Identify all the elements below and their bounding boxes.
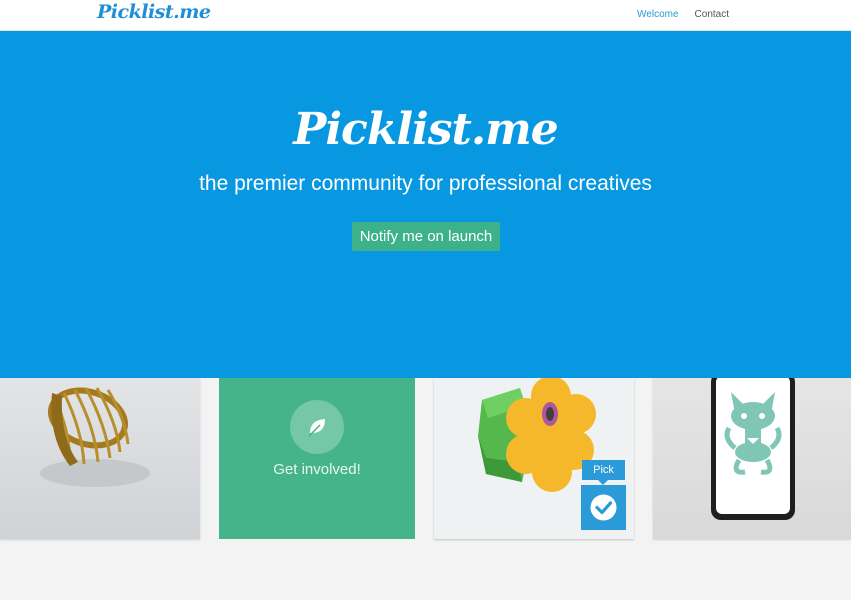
hero-tagline: the premier community for professional c… [199,172,652,195]
leaf-icon [308,419,325,437]
hero-logo: Picklist.me [293,104,558,155]
hero-banner: Picklist.me the premier community for pr… [0,31,851,378]
nav-logo[interactable]: Picklist.me [97,1,211,23]
ring-image [40,387,150,487]
ring-image-tile[interactable] [0,378,200,539]
nav-links: Welcome Contact [637,9,729,20]
involve-circle [290,400,344,454]
get-involved-tile[interactable]: Get involved! [219,378,415,539]
pick-button[interactable] [581,485,626,530]
get-involved-label: Get involved! [273,461,361,478]
phone-image-tile[interactable] [653,378,851,539]
notify-launch-button[interactable]: Notify me on launch [352,222,500,251]
nav-link-contact[interactable]: Contact [695,9,729,20]
nav-link-welcome[interactable]: Welcome [637,9,679,20]
flower-image-tile[interactable]: Pick [434,378,634,539]
check-icon [590,494,617,521]
pick-label[interactable]: Pick [582,460,625,480]
phone-image [711,378,795,520]
navbar: Picklist.me Welcome Contact [0,0,851,31]
